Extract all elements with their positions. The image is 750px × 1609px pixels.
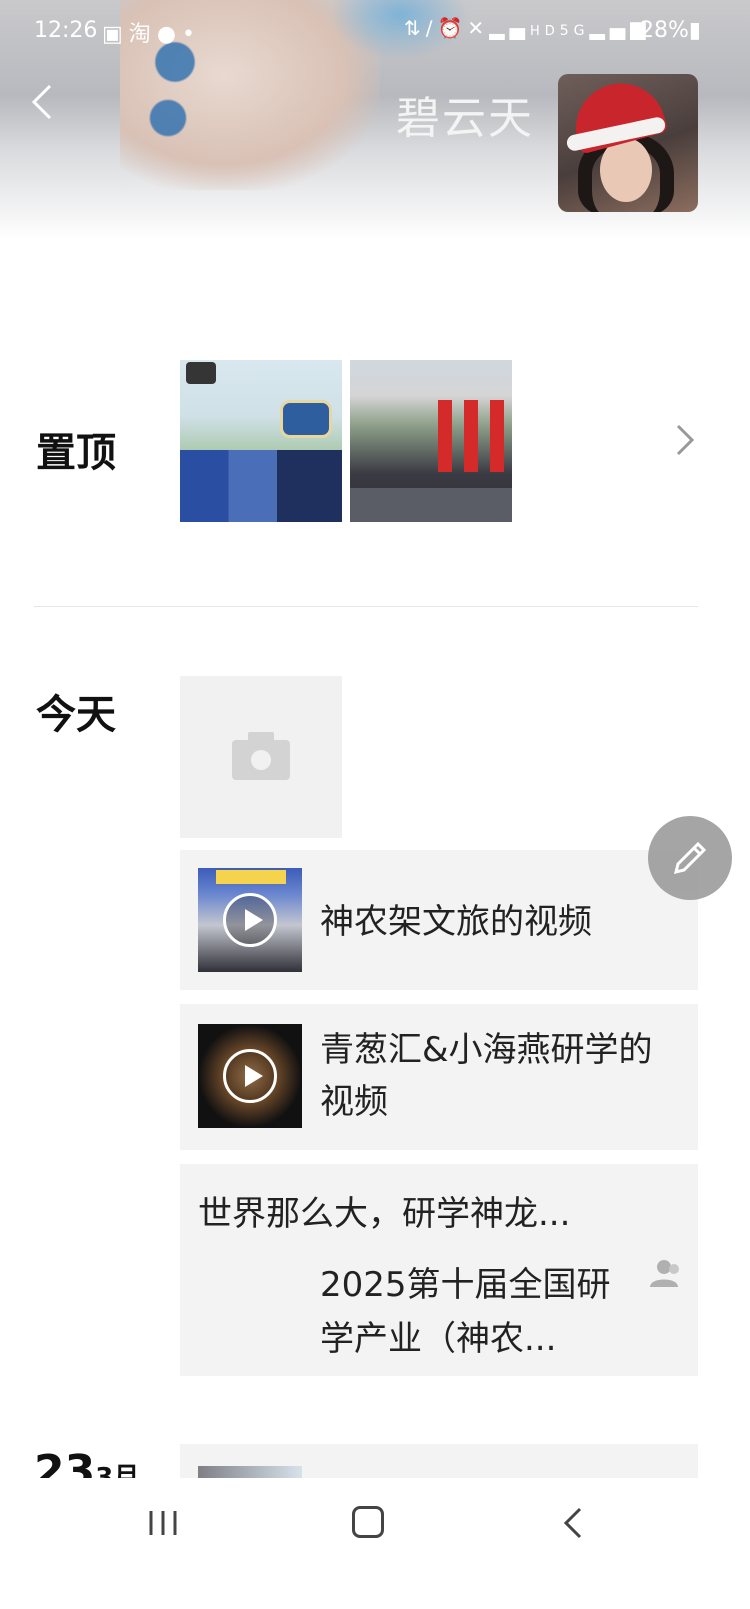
gallery-icon: ▣ — [102, 22, 129, 47]
flag-graphic — [490, 400, 504, 472]
post-text: 青葱汇&小海燕研学的视频 — [320, 1030, 653, 1122]
alarm-icon: ⏰ — [437, 16, 468, 40]
status-time: 12:26 — [34, 18, 98, 43]
thumbnail-banner — [216, 870, 286, 884]
home-icon[interactable] — [352, 1506, 384, 1538]
5g-icon: 5G — [559, 23, 590, 39]
status-right-icons: ⇅∕⏰✕▂▄HD5G▂▄▆ — [404, 16, 651, 40]
pinned-thumbnail[interactable] — [350, 360, 512, 522]
pinned-label: 置顶 — [36, 430, 116, 476]
thumb-people — [180, 450, 342, 522]
play-icon — [223, 1049, 277, 1103]
battery-level: 28%▮ — [640, 18, 701, 43]
feed-post[interactable]: 世界那么大，研学神龙... 2025第十届全国研学产业（神农... — [180, 1164, 698, 1376]
flag-graphic — [464, 400, 478, 472]
system-nav-bar — [0, 1478, 750, 1609]
status-bar: 12:26 ▣淘●• ⇅∕⏰✕▂▄HD5G▂▄▆ 28%▮ — [0, 12, 750, 52]
thumb-badge — [280, 400, 332, 438]
edit-icon: ∕ — [425, 16, 438, 40]
pencil-icon — [673, 841, 707, 875]
post-title: 世界那么大，研学神龙... — [198, 1194, 571, 1234]
feed-post[interactable]: 青葱汇&小海燕研学的视频 — [180, 1004, 698, 1150]
today-label: 今天 — [36, 692, 116, 738]
avatar-face — [600, 138, 652, 202]
hd-icon: HD — [529, 24, 560, 39]
road-graphic — [350, 488, 512, 522]
mute-icon: ✕ — [467, 16, 490, 40]
chevron-right-icon[interactable] — [672, 422, 698, 458]
play-icon — [223, 893, 277, 947]
signal-icon: ▂▄ — [489, 16, 530, 40]
video-thumbnail[interactable] — [198, 868, 302, 972]
avatar[interactable] — [558, 74, 698, 212]
flag-graphic — [438, 400, 452, 472]
feed-post[interactable]: 神农架文旅的视频 — [180, 850, 698, 990]
taobao-icon: 淘 — [128, 22, 157, 47]
dot-icon: • — [182, 22, 201, 47]
edit-post-button[interactable] — [648, 816, 732, 900]
video-thumbnail[interactable] — [198, 1024, 302, 1128]
divider — [34, 606, 698, 607]
post-text: 神农架文旅的视频 — [320, 902, 592, 942]
post-photo-button[interactable] — [180, 676, 342, 838]
sync-icon: ⇅ — [404, 16, 426, 40]
back-button[interactable] — [26, 80, 66, 124]
back-nav-icon[interactable] — [562, 1506, 584, 1540]
recent-apps-icon[interactable] — [146, 1508, 180, 1538]
camera-icon — [232, 732, 290, 780]
message-icon: ● — [156, 22, 183, 47]
pinned-thumbnail[interactable] — [180, 360, 342, 522]
post-subtitle: 2025第十届全国研学产业（神农... — [320, 1265, 611, 1359]
profile-name: 碧云天 — [396, 93, 534, 144]
friends-visibility-icon — [650, 1260, 679, 1287]
battery-percent: 28% — [640, 18, 689, 43]
battery-icon: ▮ — [688, 18, 702, 43]
back-chevron-icon — [31, 84, 52, 120]
status-left-icons: ▣淘●• — [102, 16, 201, 48]
thumb-camera-graphic — [186, 362, 216, 384]
